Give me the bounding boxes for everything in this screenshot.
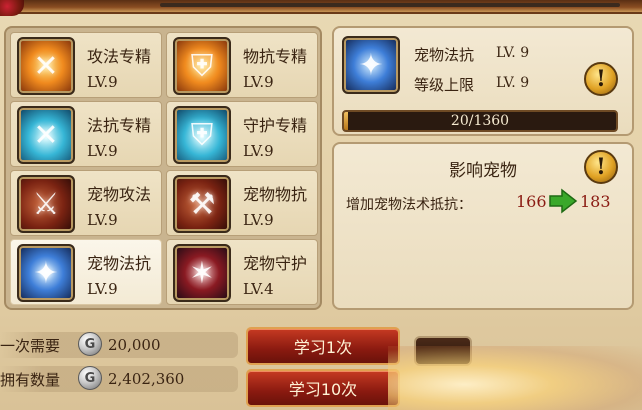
attack-magic-mastery-icon: ✕ xyxy=(17,37,75,95)
pet-physical-resist-icon: ⚒ xyxy=(173,175,231,233)
skill-level: LV.9 xyxy=(243,73,274,91)
pet-magic-resist-icon: ✦ xyxy=(342,36,400,94)
watermark-glow xyxy=(388,346,642,410)
cost-row-owned: 拥有数量 G 2,402,360 xyxy=(0,366,238,392)
skill-level: LV.9 xyxy=(243,142,274,160)
skill-name: 宠物法抗 xyxy=(87,254,152,273)
cost-row-required: 一次需要 G 20,000 xyxy=(0,332,238,358)
effect-value-before: 166 xyxy=(516,192,547,211)
skill-name: 法抗专精 xyxy=(87,116,152,135)
increase-arrow-icon xyxy=(549,188,578,214)
skill-name: 宠物物抗 xyxy=(243,185,308,204)
detail-skill-level: LV. 9 xyxy=(496,45,530,61)
skill-card-pet-guard[interactable]: ✶ 宠物守护 LV.4 xyxy=(166,239,318,305)
skill-level: LV.9 xyxy=(87,73,118,91)
detail-cap-label: 等级上限 xyxy=(414,76,475,94)
guard-mastery-icon: ⛨ xyxy=(173,106,231,164)
effect-info-button[interactable]: ! xyxy=(584,150,618,184)
skill-name: 宠物攻法 xyxy=(87,185,152,204)
skill-detail-panel: ✦ 宠物法抗 LV. 9 等级上限 LV. 9 ! 20/1360 xyxy=(332,26,634,136)
skill-name: 物抗专精 xyxy=(243,47,308,66)
skill-level: LV.9 xyxy=(87,211,118,229)
top-corner-ornament xyxy=(0,0,24,16)
experience-progress-text: 20/1360 xyxy=(450,113,510,129)
top-ornament-bar xyxy=(0,0,642,16)
cost-required-label: 一次需要 xyxy=(0,337,61,355)
pet-guard-icon: ✶ xyxy=(173,244,231,302)
detail-cap-level: LV. 9 xyxy=(496,75,530,91)
skill-name: 宠物守护 xyxy=(243,254,308,273)
effect-panel: 影响宠物 ! 增加宠物法术抵抗： 166 183 xyxy=(332,142,634,310)
skill-card-physical-resist-mastery[interactable]: ⛨ 物抗专精 LV.9 xyxy=(166,32,318,98)
cost-owned-label: 拥有数量 xyxy=(0,371,61,389)
experience-progress-bar: 20/1360 xyxy=(342,110,618,132)
skill-name: 守护专精 xyxy=(243,116,308,135)
learn-once-button[interactable]: 学习1次 xyxy=(246,327,400,365)
skill-card-pet-magic-resist[interactable]: ✦ 宠物法抗 LV.9 xyxy=(10,239,162,305)
physical-resist-mastery-icon: ⛨ xyxy=(173,37,231,95)
skill-card-pet-physical-resist[interactable]: ⚒ 宠物物抗 LV.9 xyxy=(166,170,318,236)
magic-resist-mastery-icon: ✕ xyxy=(17,106,75,164)
skill-card-attack-magic-mastery[interactable]: ✕ 攻法专精 LV.9 xyxy=(10,32,162,98)
effect-stat-label: 增加宠物法术抵抗： xyxy=(346,197,472,213)
pet-magic-resist-icon: ✦ xyxy=(17,244,75,302)
detail-skill-name: 宠物法抗 xyxy=(414,46,475,64)
skill-card-guard-mastery[interactable]: ⛨ 守护专精 LV.9 xyxy=(166,101,318,167)
skill-card-magic-resist-mastery[interactable]: ✕ 法抗专精 LV.9 xyxy=(10,101,162,167)
silver-coin-icon: G xyxy=(78,366,102,390)
learn-ten-button[interactable]: 学习10次 xyxy=(246,369,400,407)
silver-coin-icon: G xyxy=(78,332,102,356)
skill-level: LV.9 xyxy=(87,280,118,298)
skill-grid-panel: ✕ 攻法专精 LV.9 ⛨ 物抗专精 LV.9 ✕ 法抗专精 LV.9 ⛨ 守护… xyxy=(4,26,322,310)
skill-name: 攻法专精 xyxy=(87,47,152,66)
skill-grid: ✕ 攻法专精 LV.9 ⛨ 物抗专精 LV.9 ✕ 法抗专精 LV.9 ⛨ 守护… xyxy=(10,32,318,305)
detail-info-button[interactable]: ! xyxy=(584,62,618,96)
skill-card-pet-attack-magic[interactable]: ⚔ 宠物攻法 LV.9 xyxy=(10,170,162,236)
skill-level: LV.9 xyxy=(243,211,274,229)
top-divider-line xyxy=(160,3,620,7)
pet-attack-magic-icon: ⚔ xyxy=(17,175,75,233)
effect-value-after: 183 xyxy=(580,192,611,211)
cost-owned-value: 2,402,360 xyxy=(108,370,185,388)
cost-required-value: 20,000 xyxy=(108,336,161,354)
skill-level: LV.4 xyxy=(243,280,274,298)
skill-level: LV.9 xyxy=(87,142,118,160)
